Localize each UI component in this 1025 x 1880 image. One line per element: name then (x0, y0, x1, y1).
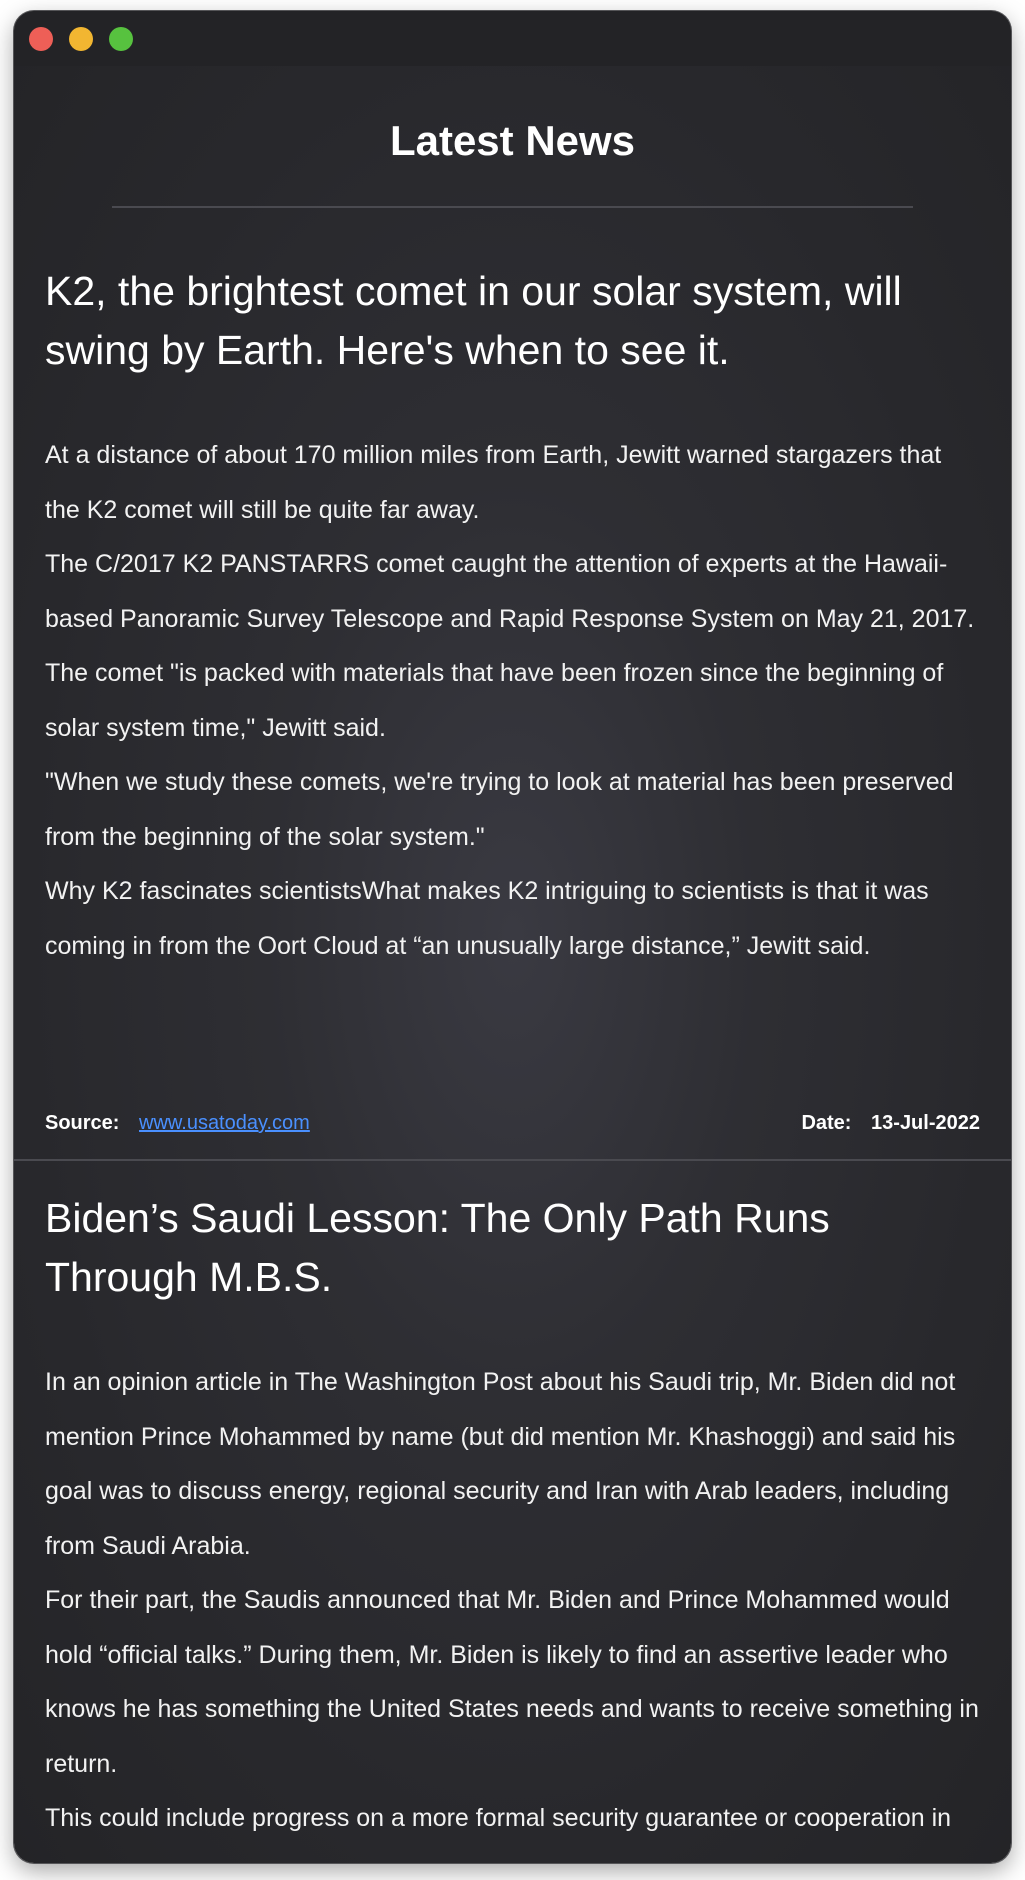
app-window: Latest News K2, the brightest comet in o… (14, 11, 1011, 1863)
close-window-button[interactable] (29, 27, 53, 51)
article-date: Date: 13-Jul-2022 (801, 1112, 980, 1135)
article-headline: Biden’s Saudi Lesson: The Only Path Runs… (45, 1195, 830, 1300)
article-paragraph: In an opinion article in The Washington … (45, 1368, 956, 1560)
news-scroll-area[interactable]: Latest News K2, the brightest comet in o… (14, 66, 1011, 1863)
article-paragraph: The C/2017 K2 PANSTARRS comet caught the… (45, 550, 975, 633)
article-paragraph: At a distance of about 170 million miles… (45, 441, 942, 524)
source-label: Source: (45, 1112, 120, 1134)
source-link[interactable]: www.usatoday.com (139, 1112, 310, 1134)
minimize-window-button[interactable] (69, 27, 93, 51)
article-paragraph: The comet "is packed with materials that… (45, 659, 944, 742)
article-paragraph: For their part, the Saudis announced tha… (45, 1586, 979, 1778)
article-body: At a distance of about 170 million miles… (45, 428, 980, 973)
title-divider (112, 206, 913, 208)
zoom-window-button[interactable] (109, 27, 133, 51)
date-label: Date: (801, 1112, 852, 1134)
news-article: K2, the brightest comet in our solar sys… (45, 262, 980, 973)
article-paragraph: Why K2 fascinates scientistsWhat makes K… (45, 877, 929, 960)
article-source: Source: www.usatoday.com (45, 1112, 310, 1135)
title-bar (14, 11, 1011, 66)
article-headline: K2, the brightest comet in our solar sys… (45, 268, 902, 373)
article-body: In an opinion article in The Washington … (45, 1355, 980, 1863)
page-title: Latest News (389, 117, 636, 164)
article-paragraph: This could include progress on a more fo… (45, 1804, 952, 1863)
news-article: Biden’s Saudi Lesson: The Only Path Runs… (45, 1189, 980, 1863)
article-divider (14, 1159, 1011, 1161)
article-paragraph: "When we study these comets, we're tryin… (45, 768, 954, 851)
article-meta: Source: www.usatoday.com Date: 13-Jul-20… (45, 1112, 980, 1142)
date-value: 13-Jul-2022 (871, 1112, 980, 1134)
